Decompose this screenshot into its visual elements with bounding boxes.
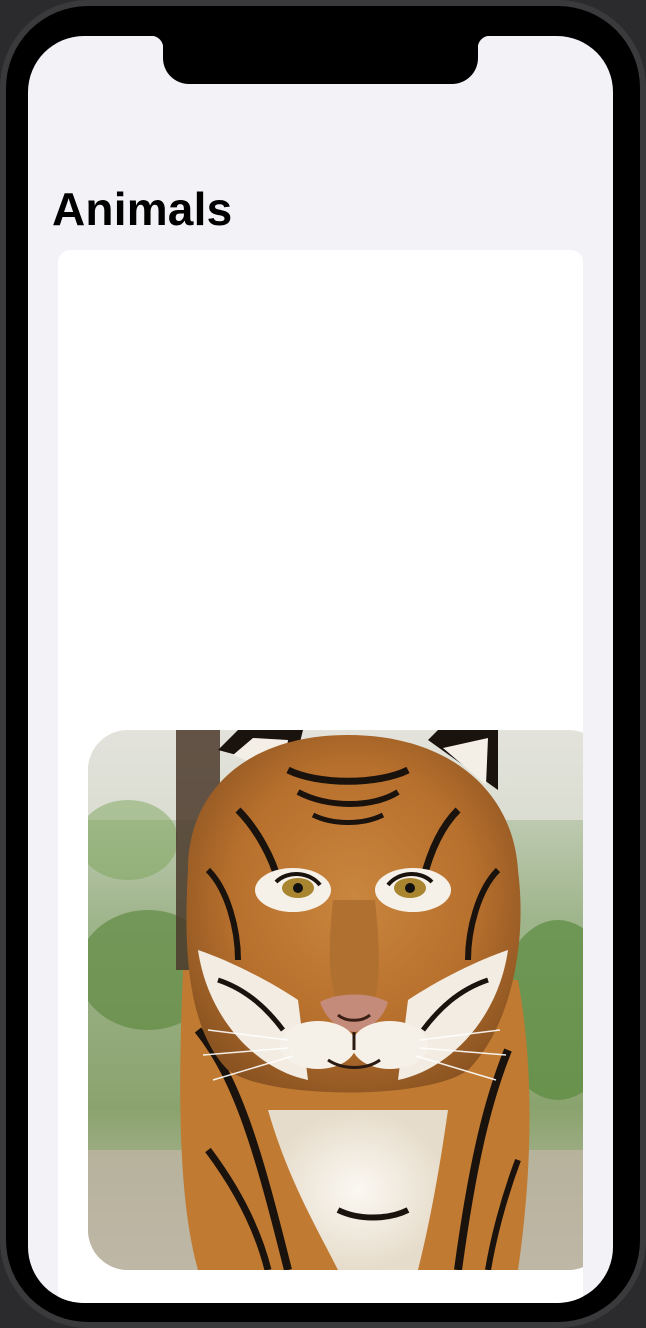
device-frame: Animals <box>0 0 646 1328</box>
device-notch <box>151 36 490 84</box>
animal-card[interactable] <box>58 250 583 1303</box>
page-title: Animals <box>52 183 233 235</box>
app-screen: Animals <box>28 36 613 1303</box>
tiger-image[interactable] <box>88 730 583 1270</box>
